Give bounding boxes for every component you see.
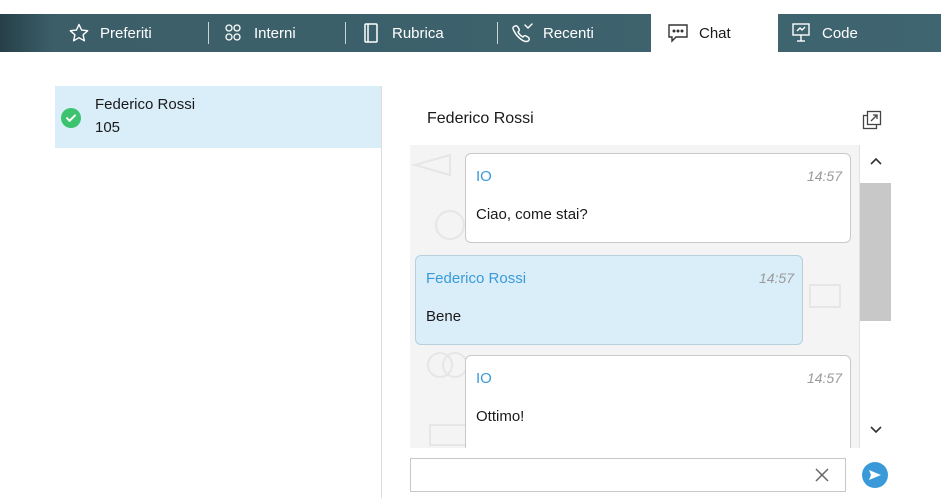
tab-label: Recenti bbox=[543, 24, 594, 42]
message-list: IO 14:57 Ciao, come stai? Federico Rossi… bbox=[410, 145, 859, 448]
message-time: 14:57 bbox=[806, 168, 842, 184]
message-bubble-outgoing: IO 14:57 Ottimo! bbox=[465, 355, 851, 448]
tabbar-edge bbox=[0, 14, 55, 52]
scrollbar-thumb[interactable] bbox=[860, 183, 891, 321]
message-sender: IO bbox=[476, 168, 492, 185]
message-bubble-outgoing: IO 14:57 Ciao, come stai? bbox=[465, 153, 851, 243]
message-input[interactable] bbox=[410, 458, 846, 492]
tab-divider bbox=[345, 22, 346, 44]
message-time: 14:57 bbox=[758, 270, 794, 286]
tab-label: Preferiti bbox=[100, 24, 152, 42]
message-text: Bene bbox=[426, 308, 462, 325]
recent-calls-icon bbox=[511, 22, 533, 44]
online-status-icon bbox=[61, 108, 81, 128]
contact-extension: 105 bbox=[95, 119, 121, 136]
send-button[interactable] bbox=[862, 462, 888, 488]
tab-preferiti[interactable]: Preferiti bbox=[68, 14, 152, 52]
message-bubble-incoming: Federico Rossi 14:57 Bene bbox=[415, 255, 803, 345]
chat-icon bbox=[667, 22, 689, 44]
tab-rubrica[interactable]: Rubrica bbox=[360, 14, 444, 52]
main-tab-bar: Preferiti Interni Rubrica Recenti Chat C… bbox=[0, 14, 941, 52]
tab-divider bbox=[497, 22, 498, 44]
tab-label: Rubrica bbox=[392, 24, 444, 42]
users-icon bbox=[222, 22, 244, 44]
contact-item[interactable]: Federico Rossi 105 bbox=[55, 86, 381, 148]
tab-code[interactable]: Code bbox=[790, 14, 858, 52]
contact-list: Federico Rossi 105 bbox=[55, 86, 382, 498]
tab-label: Code bbox=[822, 24, 858, 42]
tab-interni[interactable]: Interni bbox=[222, 14, 296, 52]
tab-chat[interactable]: Chat bbox=[651, 14, 778, 52]
chevron-down-icon[interactable] bbox=[869, 422, 883, 436]
tab-divider bbox=[208, 22, 209, 44]
clear-input-icon[interactable] bbox=[814, 467, 830, 483]
message-text: Ottimo! bbox=[476, 408, 525, 425]
message-time: 14:57 bbox=[806, 370, 842, 386]
queue-icon bbox=[790, 22, 812, 44]
contact-name: Federico Rossi bbox=[95, 96, 196, 113]
popout-window-icon[interactable] bbox=[862, 110, 882, 130]
phonebook-icon bbox=[360, 22, 382, 44]
chat-title: Federico Rossi bbox=[427, 110, 534, 127]
message-sender: IO bbox=[476, 370, 492, 387]
message-sender: Federico Rossi bbox=[426, 270, 527, 287]
message-scrollbar[interactable] bbox=[859, 145, 892, 448]
message-text: Ciao, come stai? bbox=[476, 206, 588, 223]
tab-label: Interni bbox=[254, 24, 296, 42]
tab-label: Chat bbox=[699, 24, 731, 42]
tab-recenti[interactable]: Recenti bbox=[511, 14, 594, 52]
star-icon bbox=[68, 22, 90, 44]
send-icon bbox=[868, 468, 882, 482]
chevron-up-icon[interactable] bbox=[869, 155, 883, 169]
